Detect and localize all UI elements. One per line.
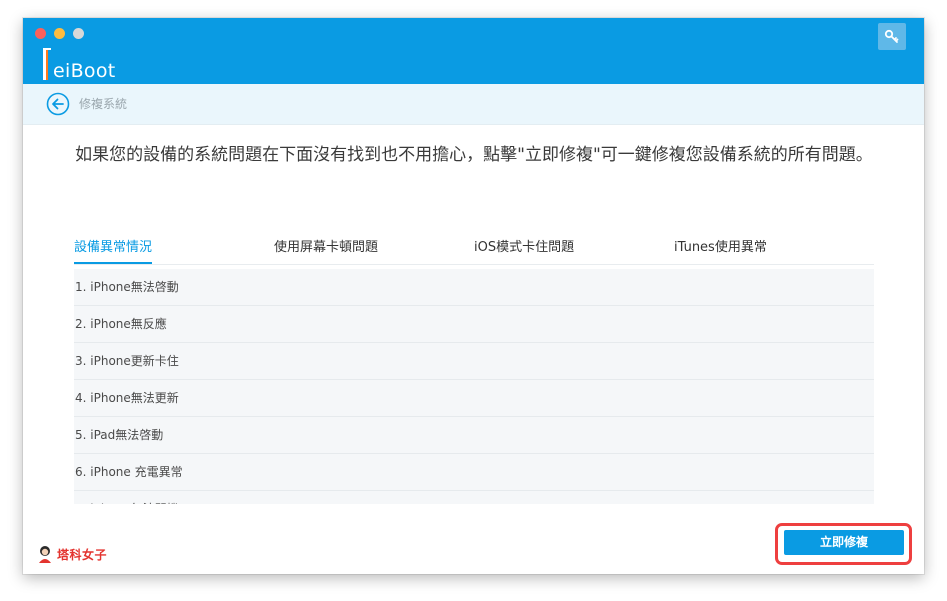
tab-divider: [74, 264, 874, 265]
title-bar: eiBoot: [23, 18, 924, 84]
watermark-text: 塔科女子: [57, 547, 108, 562]
tab-ios-mode-stuck[interactable]: iOS模式卡住問題: [474, 238, 574, 262]
reiboot-logo-icon: [43, 48, 51, 80]
issue-list[interactable]: 1. iPhone無法啓動 2. iPhone無反應 3. iPhone更新卡住…: [74, 269, 874, 504]
app-window: eiBoot 修複系統 如果您的設備的系統問題在下面沒有找到也不用擔心，點擊"立…: [23, 18, 924, 574]
app-name: eiBoot: [53, 60, 116, 82]
list-item[interactable]: 2. iPhone無反應: [74, 306, 874, 343]
page-title: 修複系統: [79, 97, 128, 111]
back-arrow-icon[interactable]: [46, 92, 70, 116]
tab-itunes-issues[interactable]: iTunes使用異常: [674, 238, 767, 262]
avatar-icon: [39, 546, 51, 563]
register-key-button[interactable]: [878, 23, 906, 50]
list-item[interactable]: 1. iPhone無法啓動: [74, 269, 874, 306]
nav-bar: 修複系統: [23, 84, 924, 125]
tab-device-issues[interactable]: 設備異常情況: [74, 238, 153, 264]
close-window-button[interactable]: [35, 28, 46, 39]
issue-tabs: 設備異常情況 使用屏幕卡頓問題 iOS模式卡住問題 iTunes使用異常: [74, 238, 874, 265]
key-icon: [884, 29, 899, 43]
list-item[interactable]: 6. iPhone 充電異常: [74, 454, 874, 491]
list-item[interactable]: 7. iPhone無法開機: [74, 491, 874, 504]
watermark: 塔科女子: [37, 544, 107, 564]
list-item[interactable]: 3. iPhone更新卡住: [74, 343, 874, 380]
list-item[interactable]: 5. iPad無法啓動: [74, 417, 874, 454]
tab-screen-freeze[interactable]: 使用屏幕卡頓問題: [274, 238, 378, 262]
minimize-window-button[interactable]: [54, 28, 65, 39]
instruction-heading: 如果您的設備的系統問題在下面沒有找到也不用擔心，點擊"立即修複"可一鍵修複您設備…: [75, 145, 873, 165]
list-item[interactable]: 4. iPhone無法更新: [74, 380, 874, 417]
zoom-window-button[interactable]: [73, 28, 84, 39]
fix-now-button[interactable]: 立即修複: [784, 530, 904, 555]
